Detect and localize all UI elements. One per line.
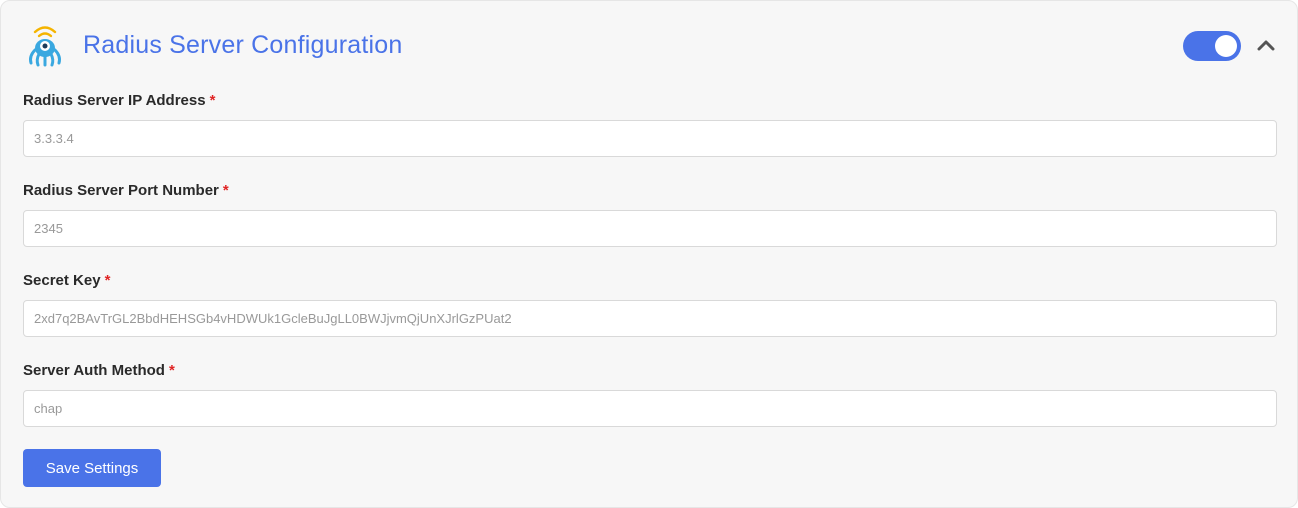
ip-address-label: Radius Server IP Address * [23, 92, 216, 109]
required-mark: * [168, 362, 175, 379]
chevron-up-icon[interactable] [1255, 35, 1277, 55]
auth-method-input[interactable] [23, 390, 1277, 427]
required-mark: * [209, 92, 216, 109]
secret-key-label: Secret Key * [23, 272, 111, 289]
required-mark: * [104, 272, 111, 289]
ip-address-input[interactable] [23, 120, 1277, 157]
required-mark: * [222, 182, 229, 199]
card-header: Radius Server Configuration [1, 1, 1297, 89]
page-title: Radius Server Configuration [83, 31, 403, 59]
auth-method-label: Server Auth Method * [23, 362, 175, 379]
radius-config-card: Radius Server Configuration Radius Serve… [0, 0, 1298, 508]
octopus-logo-icon [29, 26, 61, 67]
toggle-knob [1215, 35, 1237, 57]
port-number-input[interactable] [23, 210, 1277, 247]
save-settings-button[interactable]: Save Settings [23, 449, 161, 487]
secret-key-input[interactable] [23, 300, 1277, 337]
enable-toggle[interactable] [1183, 31, 1241, 61]
port-number-label: Radius Server Port Number * [23, 182, 229, 199]
